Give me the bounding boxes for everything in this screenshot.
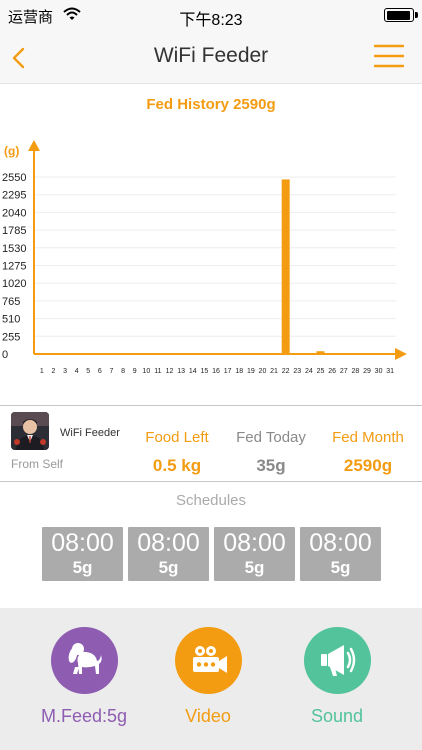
nav-bar: WiFi Feeder [0, 30, 422, 84]
x-tick-label: 15 [200, 368, 208, 375]
battery-nub [415, 12, 418, 18]
chart-canvas: 25502295204017851530127510207655102550(g… [2, 140, 407, 375]
x-tick-label: 28 [351, 368, 359, 375]
food-left-label: Food Left [145, 429, 209, 446]
x-tick-label: 23 [293, 368, 301, 375]
device-info-row: WiFi Feeder From Self Food Left 0.5 kg F… [0, 406, 422, 481]
y-tick-label: 2295 [2, 190, 26, 202]
x-tick-label: 5 [86, 368, 90, 375]
sound-circle[interactable] [303, 627, 371, 694]
device-name: WiFi Feeder [60, 427, 120, 439]
fed-month-value: 2590g [343, 456, 393, 475]
manual-feed-circle[interactable] [50, 627, 118, 694]
page-title: WiFi Feeder [153, 44, 269, 67]
y-tick-label: 255 [2, 331, 20, 343]
video-circle[interactable] [174, 627, 242, 694]
x-tick-label: 26 [328, 368, 336, 375]
divider [0, 481, 422, 482]
bar-day-23 [293, 353, 302, 354]
fed-today-value: 35g [256, 456, 286, 475]
x-tick-label: 2 [51, 368, 55, 375]
y-tick-label: 1020 [2, 278, 26, 290]
schedule-time: 08:00 [309, 529, 372, 557]
x-tick-label: 3 [63, 368, 67, 375]
x-tick-label: 7 [110, 368, 114, 375]
x-tick-label: 29 [363, 368, 371, 375]
schedule-card[interactable]: 08:00 5g [128, 527, 209, 581]
food-left-stat: Food Left 0.5 kg [127, 429, 227, 476]
x-tick-label: 4 [75, 368, 79, 375]
x-tick-label: 20 [259, 368, 267, 375]
fed-month-stat: Fed Month 2590g [318, 429, 418, 476]
schedule-time: 08:00 [137, 529, 200, 557]
y-tick-label: 1785 [2, 225, 26, 237]
x-tick-label: 18 [235, 368, 243, 375]
schedule-amount: 5g [158, 558, 179, 577]
x-tick-label: 30 [375, 368, 383, 375]
y-tick-label: 1530 [2, 243, 26, 255]
x-tick-label: 8 [121, 368, 125, 375]
video-label: Video [185, 706, 231, 726]
schedule-amount: 5g [330, 558, 351, 577]
schedule-amount: 5g [72, 558, 93, 577]
schedule-card[interactable]: 08:00 5g [300, 527, 381, 581]
x-tick-label: 21 [270, 368, 278, 375]
y-axis-arrow [28, 140, 40, 151]
schedule-amount: 5g [244, 558, 265, 577]
schedule-time: 08:00 [223, 529, 286, 557]
x-tick-label: 24 [305, 368, 313, 375]
y-tick-label: 0 [2, 349, 8, 361]
fed-history-chart: Fed History 2590g 2550 2295 2040 1785 1530 12… [0, 85, 422, 405]
sound-button[interactable]: Sound [272, 627, 402, 727]
fed-today-label: Fed Today [236, 429, 306, 446]
y-tick-label: 1275 [2, 261, 26, 273]
schedule-list: 08:00 5g 08:00 5g 08:00 5g 08:00 5g [42, 527, 382, 582]
x-tick-label: 10 [142, 368, 150, 375]
avatar[interactable] [11, 412, 49, 450]
schedule-time: 08:00 [51, 529, 114, 557]
schedule-card[interactable]: 08:00 5g [214, 527, 295, 581]
x-tick-label: 16 [212, 368, 220, 375]
x-tick-label: 9 [133, 368, 137, 375]
x-tick-label: 17 [224, 368, 232, 375]
battery-icon [384, 8, 414, 22]
y-tick-label: 2040 [2, 207, 26, 219]
menu-icon[interactable] [374, 44, 404, 68]
y-tick-label: 510 [2, 314, 20, 326]
x-axis-arrow [395, 348, 407, 360]
x-tick-label: 1 [40, 368, 44, 375]
video-camera-icon [192, 646, 227, 673]
megaphone-icon [320, 645, 355, 676]
status-time: 下午8:23 [179, 12, 243, 29]
x-tick-label: 31 [386, 368, 394, 375]
bar-day-22 [281, 179, 290, 354]
fed-month-label: Fed Month [332, 429, 404, 446]
y-axis-label: (g) [4, 144, 19, 158]
x-tick-label: 11 [154, 368, 161, 375]
manual-feed-button[interactable]: M.Feed:5g [19, 627, 149, 727]
manual-feed-label: M.Feed:5g [40, 706, 128, 726]
x-tick-label: 14 [189, 368, 197, 375]
from-label: From Self [11, 457, 64, 471]
bar-day-25 [316, 351, 325, 354]
x-tick-label: 13 [177, 368, 185, 375]
food-left-value: 0.5 kg [152, 456, 202, 475]
x-tick-label: 25 [317, 368, 325, 375]
video-button[interactable]: Video [143, 627, 273, 727]
x-tick-label: 6 [98, 368, 102, 375]
y-tick-label: 765 [2, 296, 20, 308]
sound-label: Sound [310, 706, 364, 726]
x-tick-label: 19 [247, 368, 255, 375]
schedules-title: Schedules [175, 492, 247, 509]
dog-icon [68, 643, 102, 674]
fed-today-stat: Fed Today 35g [221, 429, 321, 476]
status-bar: 运营商 下午8:23 [0, 0, 422, 30]
y-tick-label: 2550 [2, 172, 26, 184]
schedule-card[interactable]: 08:00 5g [42, 527, 123, 581]
x-tick-label: 27 [340, 368, 348, 375]
x-tick-label: 22 [282, 368, 290, 375]
action-panel: M.Feed:5g Video Sound [0, 608, 422, 750]
x-tick-label: 12 [166, 368, 174, 375]
